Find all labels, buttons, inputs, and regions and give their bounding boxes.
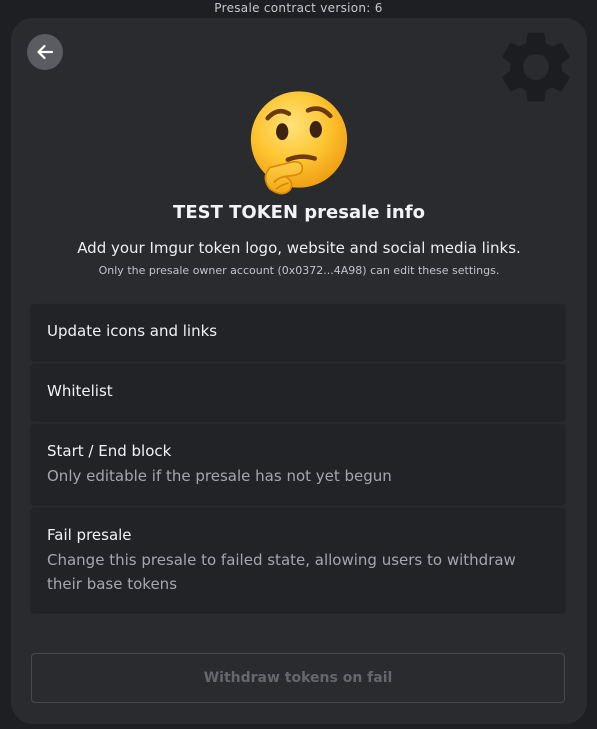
back-button[interactable] (27, 34, 63, 70)
thinking-face-icon (250, 91, 348, 195)
arrow-left-icon (37, 44, 54, 60)
gear-icon[interactable] (493, 24, 579, 110)
panel-title: Update icons and links (47, 322, 218, 340)
page-title: TEST TOKEN presale info (173, 202, 425, 223)
page-subtitle: Add your Imgur token logo, website and s… (77, 239, 521, 257)
fail-presale-panel[interactable]: Fail presale Change this presale to fail… (31, 508, 565, 612)
panel-description: Only editable if the presale has not yet… (47, 467, 392, 485)
whitelist-panel[interactable]: Whitelist (31, 364, 565, 420)
panel-description: Change this presale to failed state, all… (47, 551, 516, 593)
owner-note: Only the presale owner account (0x0372..… (98, 264, 500, 277)
panel-title: Start / End block (47, 442, 172, 460)
panel-title: Fail presale (47, 526, 132, 544)
panel-title: Whitelist (47, 382, 113, 400)
contract-version-label: Presale contract version: 6 (214, 1, 383, 15)
presale-info-card: TEST TOKEN presale info Add your Imgur t… (11, 18, 587, 724)
update-icons-links-panel[interactable]: Update icons and links (31, 304, 565, 360)
withdraw-tokens-button[interactable]: Withdraw tokens on fail (31, 653, 565, 703)
start-end-block-panel[interactable]: Start / End block Only editable if the p… (31, 424, 565, 504)
